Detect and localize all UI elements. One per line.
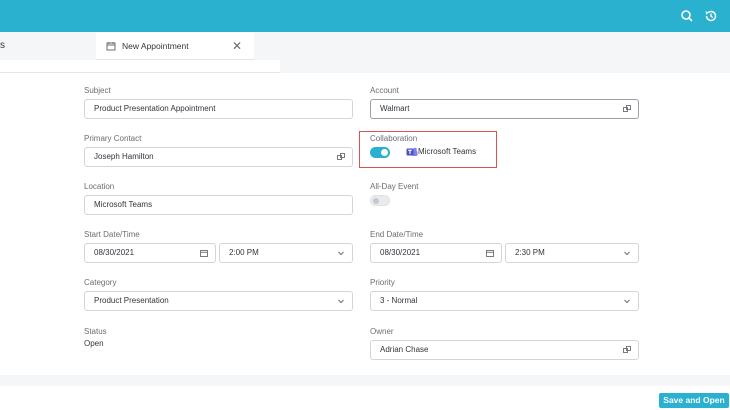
location-value: Microsoft Teams bbox=[94, 200, 153, 209]
tab-new-appointment[interactable]: New Appointment ✕ bbox=[96, 32, 254, 60]
link-icon[interactable] bbox=[337, 153, 345, 161]
end-date-input[interactable]: 08/30/2021 bbox=[370, 243, 502, 263]
tab-label: New Appointment bbox=[122, 41, 189, 51]
primary-contact-label: Primary Contact bbox=[84, 134, 142, 143]
footer-bar bbox=[0, 386, 730, 410]
primary-contact-value: Joseph Hamilton bbox=[94, 152, 154, 161]
location-label: Location bbox=[84, 182, 115, 191]
status-value: Open bbox=[84, 339, 104, 348]
category-label: Category bbox=[84, 278, 117, 287]
calendar-icon[interactable] bbox=[200, 249, 208, 257]
search-icon[interactable] bbox=[679, 8, 695, 24]
link-icon[interactable] bbox=[623, 346, 631, 354]
owner-input[interactable]: Adrian Chase bbox=[370, 340, 639, 360]
all-day-toggle[interactable] bbox=[370, 195, 390, 206]
owner-value: Adrian Chase bbox=[380, 345, 429, 354]
priority-value: 3 - Normal bbox=[380, 296, 418, 305]
tab-bar: s New Appointment ✕ bbox=[0, 32, 730, 60]
owner-label: Owner bbox=[370, 327, 394, 336]
end-time-value: 2:30 PM bbox=[515, 248, 545, 257]
tab-previous[interactable]: s bbox=[0, 32, 5, 60]
start-time-value: 2:00 PM bbox=[229, 248, 259, 257]
all-day-label: All-Day Event bbox=[370, 182, 419, 191]
microsoft-teams-icon bbox=[406, 147, 418, 156]
chevron-down-icon bbox=[624, 251, 630, 256]
chevron-down-icon bbox=[624, 299, 630, 304]
end-time-select[interactable]: 2:30 PM bbox=[505, 243, 639, 263]
start-time-select[interactable]: 2:00 PM bbox=[219, 243, 353, 263]
priority-label: Priority bbox=[370, 278, 395, 287]
category-select[interactable]: Product Presentation bbox=[84, 291, 353, 311]
start-date-input[interactable]: 08/30/2021 bbox=[84, 243, 216, 263]
end-date-value: 08/30/2021 bbox=[380, 248, 421, 257]
chevron-down-icon bbox=[338, 299, 344, 304]
collaboration-toggle[interactable] bbox=[370, 147, 390, 158]
priority-select[interactable]: 3 - Normal bbox=[370, 291, 639, 311]
shell-header bbox=[0, 0, 730, 32]
end-label: End Date/Time bbox=[370, 230, 424, 239]
subject-label: Subject bbox=[84, 86, 111, 95]
subject-value: Product Presentation Appointment bbox=[94, 104, 216, 113]
account-input[interactable]: Walmart bbox=[370, 99, 639, 119]
account-value: Walmart bbox=[380, 104, 410, 113]
chevron-down-icon bbox=[338, 251, 344, 256]
category-value: Product Presentation bbox=[94, 296, 169, 305]
start-label: Start Date/Time bbox=[84, 230, 140, 239]
status-label: Status bbox=[84, 327, 107, 336]
collaboration-service: Microsoft Teams bbox=[418, 147, 477, 156]
subject-input[interactable]: Product Presentation Appointment bbox=[84, 99, 353, 119]
calendar-icon[interactable] bbox=[486, 249, 494, 257]
toggle-knob bbox=[373, 198, 379, 204]
primary-contact-input[interactable]: Joseph Hamilton bbox=[84, 147, 353, 167]
account-label: Account bbox=[370, 86, 399, 95]
calendar-icon bbox=[106, 42, 116, 51]
start-date-value: 08/30/2021 bbox=[94, 248, 135, 257]
close-icon[interactable]: ✕ bbox=[232, 32, 242, 60]
location-input[interactable]: Microsoft Teams bbox=[84, 195, 353, 215]
history-icon[interactable] bbox=[703, 8, 719, 24]
toggle-knob bbox=[381, 149, 388, 156]
link-icon[interactable] bbox=[623, 105, 631, 113]
subheader-strip bbox=[0, 60, 280, 73]
save-and-open-button[interactable]: Save and Open bbox=[659, 393, 729, 408]
